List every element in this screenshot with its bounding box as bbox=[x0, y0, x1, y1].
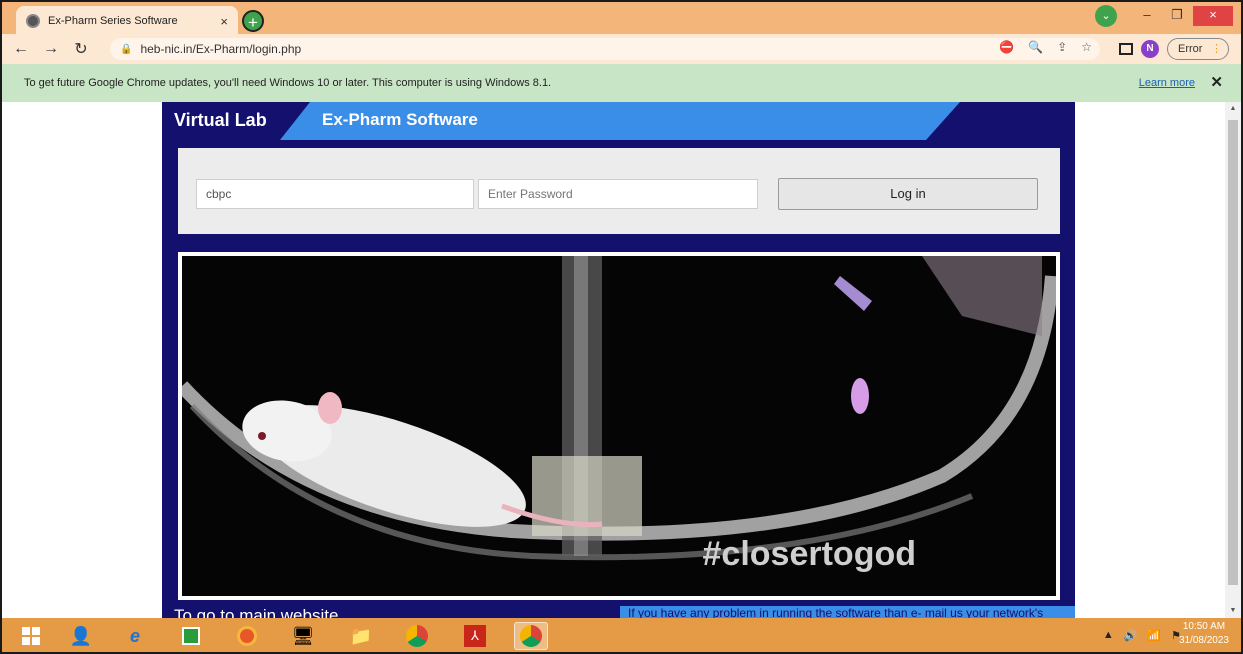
support-marquee: If you have any problem in running the s… bbox=[620, 606, 1075, 618]
reload-icon[interactable]: ↻ bbox=[70, 39, 92, 59]
back-arrow-icon[interactable]: ← bbox=[10, 40, 32, 58]
kebab-menu-icon: ⋮ bbox=[1211, 43, 1222, 55]
browser-toolbar: ← → ↻ 🔒 heb-nic.in/Ex-Pharm/login.php ⛔ … bbox=[0, 34, 1243, 64]
infobar-message: To get future Google Chrome updates, you… bbox=[24, 77, 552, 89]
mouse-wheel-illustration bbox=[182, 256, 1056, 561]
error-menu-button[interactable]: Error ⋮ bbox=[1167, 38, 1229, 60]
clock-time: 10:50 AM bbox=[1182, 621, 1226, 632]
forward-arrow-icon[interactable]: → bbox=[40, 40, 62, 58]
software-title: Ex-Pharm Software bbox=[322, 110, 478, 129]
scroll-down-arrow-icon[interactable]: ▼ bbox=[1225, 604, 1241, 618]
tab-search-chevron-icon[interactable]: ⌄ bbox=[1095, 5, 1117, 27]
bookmark-star-icon[interactable]: ☆ bbox=[1081, 40, 1092, 54]
site-favicon-icon bbox=[26, 14, 40, 28]
volume-icon[interactable]: 🔊 bbox=[1124, 629, 1138, 642]
share-icon[interactable]: ⇪ bbox=[1057, 40, 1067, 54]
profile-avatar[interactable]: N bbox=[1141, 40, 1159, 58]
page-scrollbar[interactable]: ▲ ▼ bbox=[1225, 102, 1241, 618]
browser-tab[interactable]: Ex-Pharm Series Software × bbox=[16, 6, 238, 36]
system-tray: ▲ 🔊 📶 ⚑ bbox=[1103, 629, 1181, 642]
firefox-icon[interactable] bbox=[230, 622, 264, 650]
blocked-popup-icon[interactable]: ⛔ bbox=[999, 40, 1014, 54]
taskbar-clock[interactable]: 10:50 AM 31/08/2023 bbox=[1179, 620, 1229, 648]
restore-button[interactable]: ❐ bbox=[1163, 6, 1191, 26]
page-viewport: Virtual Lab Ex-Pharm Software Log in bbox=[0, 102, 1243, 618]
computer-icon[interactable]: 🖥 bbox=[286, 622, 320, 650]
windows-taskbar: 👤 e 🖥 📁 ⅄ ▲ 🔊 📶 ⚑ 10:50 AM 31/08/2023 bbox=[0, 618, 1243, 654]
clock-date: 31/08/2023 bbox=[1178, 635, 1229, 646]
login-button[interactable]: Log in bbox=[778, 178, 1038, 210]
side-panel-icon[interactable] bbox=[1119, 43, 1133, 55]
hero-image: #closertogod bbox=[182, 256, 1056, 596]
start-windows-icon[interactable] bbox=[14, 622, 48, 650]
address-bar[interactable]: 🔒 heb-nic.in/Ex-Pharm/login.php ⛔ 🔍 ⇪ ☆ bbox=[110, 38, 1100, 60]
hero-hashtag: #closertogod bbox=[702, 535, 916, 573]
acrobat-icon[interactable]: ⅄ bbox=[458, 622, 492, 650]
tray-expand-icon[interactable]: ▲ bbox=[1103, 629, 1114, 642]
chrome-profile-icon[interactable] bbox=[514, 622, 548, 650]
chrome-icon[interactable] bbox=[400, 622, 434, 650]
toolbar-right: N Error ⋮ bbox=[1119, 38, 1229, 60]
url-text: heb-nic.in/Ex-Pharm/login.php bbox=[140, 42, 302, 56]
window-controls: ⌄ – ❐ × bbox=[1095, 5, 1233, 27]
scroll-up-arrow-icon[interactable]: ▲ bbox=[1225, 102, 1241, 116]
window-close-button[interactable]: × bbox=[1193, 6, 1233, 26]
browser-titlebar: Ex-Pharm Series Software × + ⌄ – ❐ × bbox=[0, 0, 1243, 36]
new-tab-button[interactable]: + bbox=[242, 10, 264, 32]
main-website-link[interactable]: To go to main website bbox=[174, 606, 338, 618]
login-panel: Log in bbox=[178, 148, 1060, 234]
site-container: Virtual Lab Ex-Pharm Software Log in bbox=[162, 102, 1075, 618]
username-field[interactable] bbox=[196, 179, 474, 209]
network-icon[interactable]: 📶 bbox=[1147, 629, 1161, 642]
user-app-icon[interactable]: 👤 bbox=[64, 622, 98, 650]
learn-more-link[interactable]: Learn more bbox=[1139, 77, 1195, 89]
scroll-thumb[interactable] bbox=[1228, 120, 1238, 585]
lock-icon: 🔒 bbox=[120, 43, 133, 55]
tab-close-button[interactable]: × bbox=[220, 14, 228, 29]
error-label: Error bbox=[1178, 43, 1203, 55]
site-header: Virtual Lab Ex-Pharm Software bbox=[162, 102, 1075, 140]
hero-image-frame: #closertogod bbox=[178, 252, 1060, 600]
update-infobar: To get future Google Chrome updates, you… bbox=[0, 64, 1243, 102]
infobar-close-icon[interactable]: ✕ bbox=[1210, 73, 1223, 91]
minimize-button[interactable]: – bbox=[1133, 6, 1161, 26]
store-icon[interactable] bbox=[174, 622, 208, 650]
brand-title: Virtual Lab bbox=[174, 110, 267, 130]
password-field[interactable] bbox=[478, 179, 758, 209]
tab-title: Ex-Pharm Series Software bbox=[48, 15, 178, 27]
file-explorer-icon[interactable]: 📁 bbox=[344, 622, 378, 650]
omnibox-actions: ⛔ 🔍 ⇪ ☆ bbox=[999, 40, 1092, 54]
internet-explorer-icon[interactable]: e bbox=[118, 622, 152, 650]
zoom-icon[interactable]: 🔍 bbox=[1028, 40, 1043, 54]
